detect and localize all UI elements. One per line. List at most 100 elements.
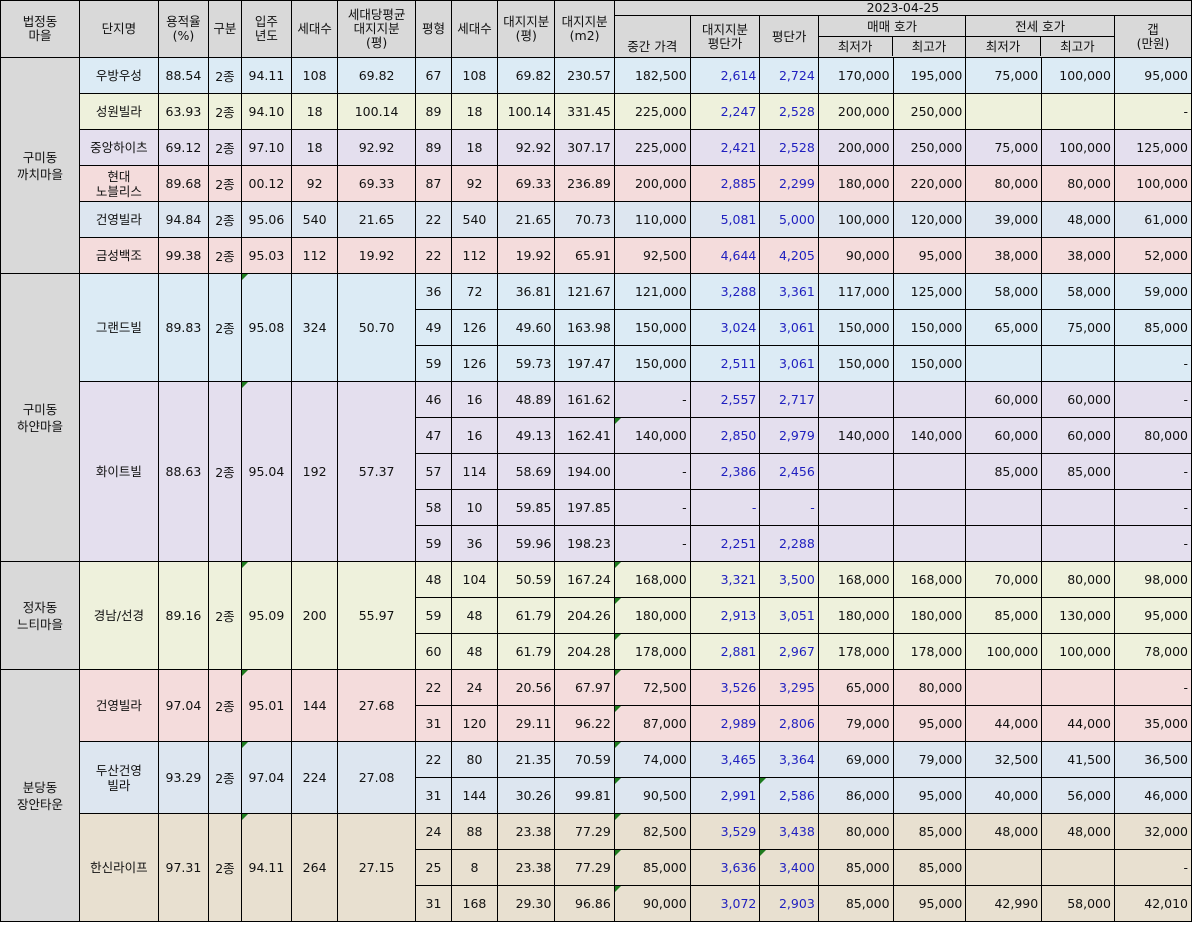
cell-jeonse-max — [1041, 93, 1115, 130]
cell-households: 126 — [450, 345, 499, 382]
cell-sale-max: 150,000 — [892, 309, 967, 346]
floor-area-ratio: 89.83 — [157, 273, 210, 382]
cell-households: 168 — [450, 885, 499, 922]
cell-mid-price: 180,000 — [613, 597, 691, 634]
cell-land-unit-price: 2,850 — [689, 417, 761, 454]
cell-sale-min: 140,000 — [817, 417, 894, 454]
cell-land-m2: 70.73 — [554, 201, 615, 238]
cell-sale-min: 80,000 — [817, 813, 894, 850]
cell-jeonse-min: 85,000 — [965, 597, 1043, 634]
cell-land-unit-price: 2,386 — [689, 453, 761, 490]
cell-sale-max: 85,000 — [892, 813, 967, 850]
cell-unit-price: 2,528 — [759, 129, 819, 166]
cell-land-py: 100.14 — [497, 93, 556, 130]
cell-jeonse-max: 41,500 — [1041, 741, 1115, 778]
cell-pyeong: 59 — [415, 597, 452, 634]
cell-sale-min: 79,000 — [817, 705, 894, 742]
cell-jeonse-max: 130,000 — [1041, 597, 1115, 634]
cell-pyeong: 48 — [415, 561, 452, 598]
cell-land-m2: 230.57 — [554, 57, 615, 94]
cell-gap: 78,000 — [1113, 633, 1193, 670]
total-households: 200 — [291, 561, 339, 670]
cell-land-unit-price: 2,511 — [689, 345, 761, 382]
avg-land-share: 50.70 — [337, 273, 417, 382]
cell-households: 114 — [450, 453, 499, 490]
region-cell: 정자동 느티마을 — [0, 561, 80, 670]
cell-sale-min: 85,000 — [817, 849, 894, 886]
header-jeonse-min: 최저가 — [967, 36, 1041, 56]
floor-area-ratio: 89.16 — [157, 561, 210, 670]
total-households: 18 — [291, 129, 339, 166]
cell-pyeong: 22 — [415, 237, 452, 274]
cell-sale-max: 250,000 — [892, 93, 967, 130]
table-row: 성원빌라 63.93 2종 94.10 18 100.14 89 18 100.14 331.45… — [1, 93, 1193, 130]
move-in-year: 94.10 — [240, 93, 293, 130]
complex-name: 중앙하이츠 — [78, 129, 159, 166]
cell-households: 18 — [450, 129, 499, 166]
cell-land-m2: 163.98 — [554, 309, 615, 346]
cell-land-m2: 162.41 — [554, 417, 615, 454]
floor-area-ratio: 63.93 — [157, 93, 210, 130]
cell-gap: 59,000 — [1113, 273, 1193, 310]
cell-unit-price: 2,528 — [759, 93, 819, 130]
apartment-price-table: 법정동 마을 단지명 용적율 (%) 구분 입주 년도 세대수 세대당평균 대지… — [0, 0, 1193, 922]
cell-jeonse-min: 85,000 — [965, 453, 1043, 490]
cell-sale-min: 85,000 — [817, 885, 894, 922]
move-in-year: 94.11 — [240, 57, 293, 94]
cell-sale-max: 140,000 — [892, 417, 967, 454]
total-households: 224 — [291, 741, 339, 814]
cell-gap: - — [1113, 849, 1193, 886]
zone-type: 2종 — [208, 201, 242, 238]
cell-land-m2: 307.17 — [554, 129, 615, 166]
cell-sale-max — [892, 453, 967, 490]
cell-jeonse-max: 56,000 — [1041, 777, 1115, 814]
cell-sale-min — [817, 381, 894, 418]
cell-households: 80 — [450, 741, 499, 778]
cell-jeonse-min — [965, 849, 1043, 886]
cell-pyeong: 22 — [415, 669, 452, 706]
zone-type: 2종 — [208, 669, 242, 742]
cell-pyeong: 58 — [415, 489, 452, 526]
floor-area-ratio: 88.54 — [157, 57, 210, 94]
cell-gap: 85,000 — [1113, 309, 1193, 346]
cell-jeonse-min: 40,000 — [965, 777, 1043, 814]
cell-mid-price: 85,000 — [613, 849, 691, 886]
sale-group-label: 매매 호가 — [819, 18, 965, 37]
cell-households: 16 — [450, 417, 499, 454]
header-gap: 갭 (만원) — [1113, 15, 1193, 58]
cell-jeonse-max: 75,000 — [1041, 309, 1115, 346]
floor-area-ratio: 99.38 — [157, 237, 210, 274]
cell-gap: 100,000 — [1113, 165, 1193, 202]
cell-pyeong: 89 — [415, 93, 452, 130]
cell-land-py: 59.73 — [497, 345, 556, 382]
cell-land-m2: 167.24 — [554, 561, 615, 598]
cell-gap: - — [1113, 93, 1193, 130]
zone-type: 2종 — [208, 129, 242, 166]
cell-households: 72 — [450, 273, 499, 310]
move-in-year: 95.06 — [240, 201, 293, 238]
move-in-year: 95.03 — [240, 237, 293, 274]
zone-type: 2종 — [208, 813, 242, 922]
cell-land-m2: 198.23 — [554, 525, 615, 562]
total-households: 92 — [291, 165, 339, 202]
cell-sale-min: 200,000 — [817, 93, 894, 130]
cell-land-unit-price: 3,072 — [689, 885, 761, 922]
cell-jeonse-max: 48,000 — [1041, 201, 1115, 238]
cell-land-m2: 67.97 — [554, 669, 615, 706]
cell-jeonse-min: 65,000 — [965, 309, 1043, 346]
total-households: 540 — [291, 201, 339, 238]
cell-land-m2: 65.91 — [554, 237, 615, 274]
cell-mid-price: 225,000 — [613, 129, 691, 166]
cell-sale-min: 86,000 — [817, 777, 894, 814]
complex-name: 화이트빌 — [78, 381, 159, 562]
cell-gap: - — [1113, 453, 1193, 490]
cell-land-unit-price: 3,526 — [689, 669, 761, 706]
complex-name: 우방우성 — [78, 57, 159, 94]
cell-mid-price: 140,000 — [613, 417, 691, 454]
cell-gap: 36,500 — [1113, 741, 1193, 778]
complex-name: 그랜드빌 — [78, 273, 159, 382]
cell-jeonse-min: 100,000 — [965, 633, 1043, 670]
cell-sale-min: 90,000 — [817, 237, 894, 274]
cell-land-m2: 77.29 — [554, 849, 615, 886]
cell-mid-price: - — [613, 525, 691, 562]
